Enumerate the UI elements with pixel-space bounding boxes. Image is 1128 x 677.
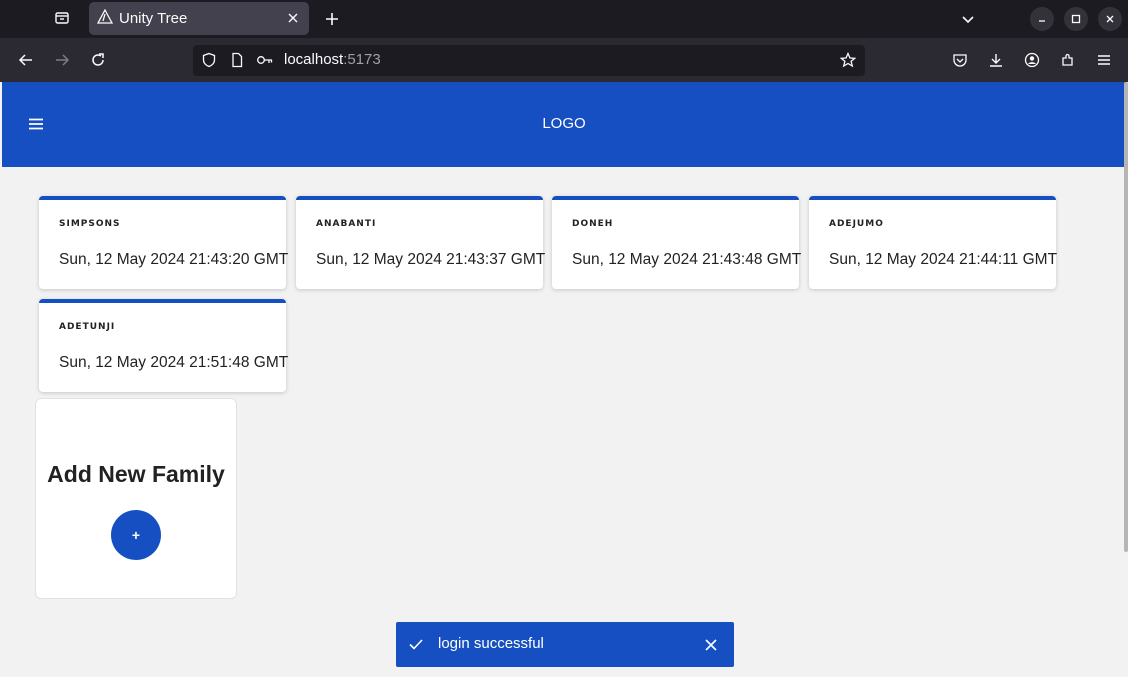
vite-favicon-icon [96, 8, 114, 29]
family-date: Sun, 12 May 2024 21:51:48 GMT [59, 354, 289, 371]
family-card[interactable]: DONEH Sun, 12 May 2024 21:43:48 GMT [552, 196, 802, 289]
family-date: Sun, 12 May 2024 21:43:48 GMT [572, 251, 802, 268]
forward-icon[interactable] [50, 48, 74, 72]
extensions-icon[interactable] [1056, 48, 1080, 72]
check-icon [408, 636, 424, 652]
url-port: :5173 [343, 51, 381, 68]
toast-notification: login successful [396, 622, 734, 667]
family-name: DONEH [572, 219, 614, 229]
add-family-card: Add New Family + [35, 398, 237, 599]
family-card[interactable]: ANABANTI Sun, 12 May 2024 21:43:37 GMT [296, 196, 546, 289]
maximize-icon[interactable] [1064, 7, 1088, 31]
toast-message: login successful [438, 635, 544, 652]
family-card[interactable]: SIMPSONS Sun, 12 May 2024 21:43:20 GMT [39, 196, 289, 289]
app-logo[interactable]: LOGO [2, 115, 1126, 132]
family-date: Sun, 12 May 2024 21:43:37 GMT [316, 251, 546, 268]
family-name: ANABANTI [316, 219, 377, 229]
downloads-icon[interactable] [984, 48, 1008, 72]
add-family-button[interactable]: + [111, 510, 161, 560]
window-close-icon[interactable] [1098, 7, 1122, 31]
family-card[interactable]: ADEJUMO Sun, 12 May 2024 21:44:11 GMT [809, 196, 1058, 289]
tab-title: Unity Tree [119, 10, 188, 27]
family-name: SIMPSONS [59, 219, 121, 229]
url-host: localhost [284, 51, 344, 68]
bookmark-star-icon[interactable] [839, 51, 857, 72]
app-header: LOGO [2, 82, 1126, 167]
page-scrollbar[interactable] [1124, 82, 1128, 552]
minimize-icon[interactable] [1030, 7, 1054, 31]
back-icon[interactable] [14, 48, 38, 72]
page-info-icon[interactable] [229, 52, 245, 72]
tab-list-icon[interactable] [50, 6, 74, 30]
page-content: LOGO SIMPSONS Sun, 12 May 2024 21:43:20 … [2, 82, 1126, 677]
toast-close-icon[interactable] [704, 637, 720, 653]
reload-icon[interactable] [86, 48, 110, 72]
pocket-icon[interactable] [948, 48, 972, 72]
family-name: ADETUNJI [59, 322, 116, 332]
family-name: ADEJUMO [829, 219, 884, 229]
app-menu-icon[interactable] [1092, 48, 1116, 72]
family-date: Sun, 12 May 2024 21:43:20 GMT [59, 251, 289, 268]
new-tab-icon[interactable] [320, 7, 344, 31]
family-card[interactable]: ADETUNJI Sun, 12 May 2024 21:51:48 GMT [39, 299, 289, 392]
add-family-title: Add New Family [47, 461, 225, 487]
tab-close-icon[interactable] [285, 10, 301, 26]
list-all-tabs-icon[interactable] [956, 7, 980, 31]
url-text[interactable]: localhost:5173 [284, 51, 381, 68]
family-date: Sun, 12 May 2024 21:44:11 GMT [829, 251, 1058, 268]
shield-icon[interactable] [201, 52, 217, 72]
browser-tab-bar: Unity Tree [0, 0, 1128, 38]
browser-tab[interactable]: Unity Tree [89, 2, 309, 35]
key-icon[interactable] [256, 52, 274, 72]
account-icon[interactable] [1020, 48, 1044, 72]
